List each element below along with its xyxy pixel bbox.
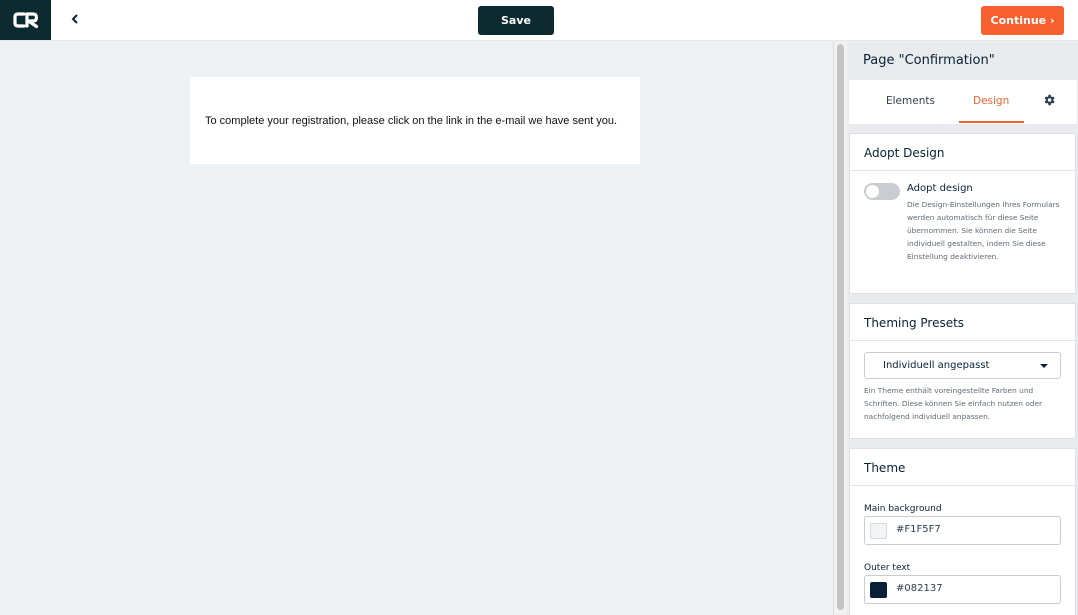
theming-presets-section: Theming Presets Individuell angepasst Ei… <box>849 303 1076 439</box>
back-button[interactable] <box>66 10 84 28</box>
section-header: Adopt Design <box>850 134 1075 171</box>
tab-design[interactable]: Design <box>973 95 1009 107</box>
confirmation-message-text: To complete your registration, please cl… <box>205 115 618 127</box>
main-background-label: Main background <box>864 504 942 514</box>
panel-title: Page "Confirmation" <box>863 53 995 68</box>
app-logo[interactable] <box>0 0 51 40</box>
color-swatch[interactable] <box>870 582 887 598</box>
save-button[interactable]: Save <box>478 6 554 35</box>
panel-tabs: Elements Design <box>849 80 1077 124</box>
adopt-design-toggle[interactable] <box>864 183 900 200</box>
select-value: Individuell angepasst <box>883 360 990 371</box>
confirmation-message-box[interactable]: To complete your registration, please cl… <box>190 77 640 164</box>
main-background-input[interactable]: #F1F5F7 <box>864 516 1061 545</box>
outer-text-input[interactable]: #082137 <box>864 575 1061 604</box>
logo-icon <box>12 12 38 29</box>
theme-preset-select[interactable]: Individuell angepasst <box>864 352 1061 379</box>
color-swatch[interactable] <box>870 523 887 539</box>
toggle-knob <box>866 185 879 198</box>
presets-description: Ein Theme enthält voreingestellte Farben… <box>864 386 1043 421</box>
scrollbar-thumb[interactable] <box>837 44 844 610</box>
adopt-design-label: Adopt design <box>907 183 973 194</box>
section-title: Adopt Design <box>864 146 945 160</box>
settings-panel: Page "Confirmation" Elements Design Adop… <box>847 42 1078 615</box>
section-header: Theming Presets <box>850 304 1075 341</box>
panel-header: Page "Confirmation" <box>847 42 1078 80</box>
continue-button[interactable]: Continue › <box>981 6 1064 35</box>
caret-down-icon <box>1040 364 1048 368</box>
outer-text-label: Outer text <box>864 563 911 573</box>
theme-section: Theme Main background #F1F5F7 Outer text… <box>849 448 1076 615</box>
section-header: Theme <box>850 449 1075 486</box>
adopt-design-section: Adopt Design Adopt design Die Design-Ein… <box>849 133 1076 294</box>
color-value: #082137 <box>896 583 943 594</box>
active-tab-indicator <box>959 121 1024 123</box>
section-title: Theming Presets <box>864 316 965 330</box>
canvas-scrollbar[interactable] <box>833 42 847 615</box>
section-title: Theme <box>864 461 906 475</box>
color-value: #F1F5F7 <box>896 524 941 535</box>
chevron-left-icon <box>71 14 78 24</box>
page-canvas: To complete your registration, please cl… <box>0 42 833 615</box>
gear-icon[interactable] <box>1042 93 1056 107</box>
adopt-design-description: Die Design-Einstellungen Ihres Formulars… <box>907 200 1060 261</box>
top-bar: Save Continue › <box>0 0 1078 41</box>
tab-elements[interactable]: Elements <box>886 95 935 107</box>
